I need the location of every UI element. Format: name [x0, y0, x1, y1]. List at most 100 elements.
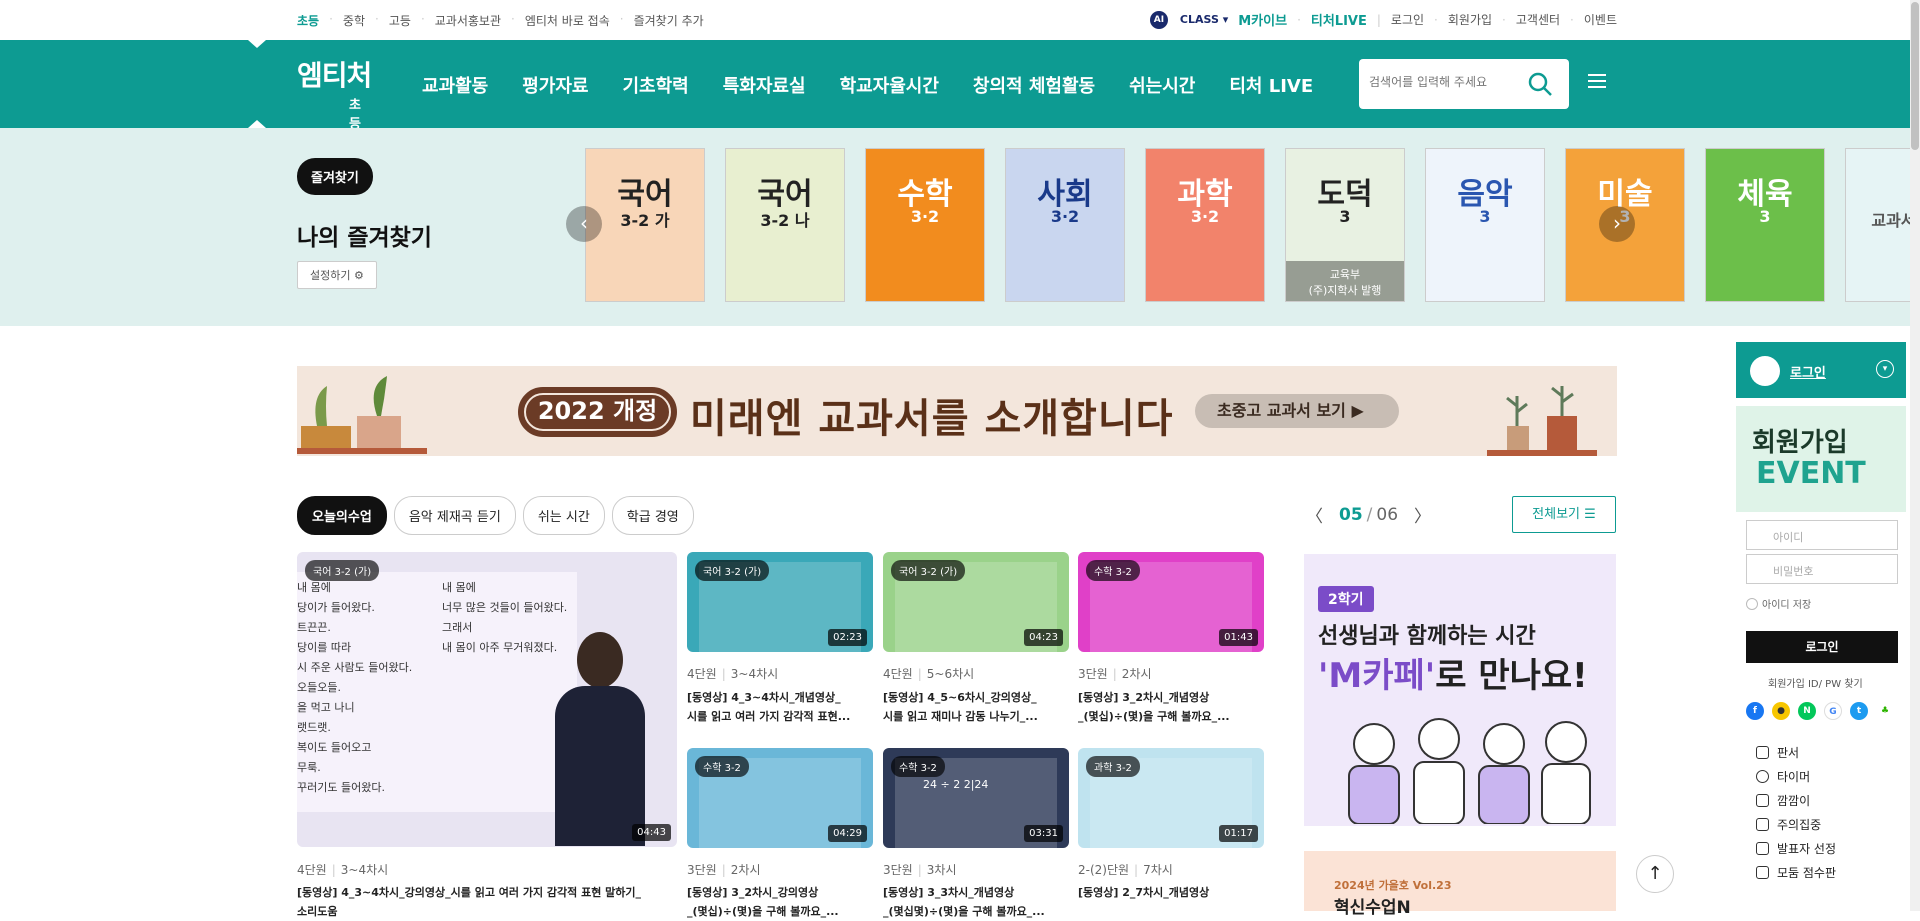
textbook-cover[interactable]: 국어 3-2 가 — [585, 148, 705, 302]
tab-break-time[interactable]: 쉬는 시간 — [522, 496, 605, 535]
video-title[interactable]: [동영상] 4_3~4차시_강의영상_시를 읽고 여러 가지 감각적 표현 말하… — [297, 883, 677, 921]
ai-class-link[interactable]: AI CLASS ▾ — [1140, 10, 1228, 29]
teacher-live-link[interactable]: 티처LIVE — [1311, 10, 1367, 29]
tool-item[interactable]: 타이머 — [1756, 764, 1836, 788]
kakao-icon[interactable]: ● — [1772, 702, 1790, 720]
hamburger-menu-icon[interactable] — [1588, 74, 1606, 88]
banner-textbook-button[interactable]: 초중고 교과서 보기 ▶ — [1195, 394, 1399, 428]
link-add-bookmark[interactable]: 즐겨찾기 추가 — [634, 12, 704, 29]
pager-prev-icon[interactable]: 〈 — [1306, 502, 1323, 527]
menu-item[interactable]: 티처 LIVE — [1229, 72, 1313, 98]
video-title[interactable]: [동영상] 4_3~4차시_개념영상_ 시를 읽고 여러 가지 감각적 표현... — [687, 688, 873, 726]
subject-label: 수학 3-2 — [1086, 560, 1140, 581]
video-title[interactable]: [동영상] 3_2차시_개념영상 _(몇십)÷(몇)을 구해 볼까요_... — [1078, 688, 1264, 726]
textbook-cover[interactable]: 과학 3·2 — [1145, 148, 1265, 302]
carousel-prev-arrow-icon[interactable]: ‹ — [566, 206, 602, 242]
menu-item[interactable]: 평가자료 — [522, 72, 588, 98]
id-field[interactable]: 아이디 — [1746, 520, 1898, 550]
view-all-button[interactable]: 전체보기 ☰ — [1512, 496, 1616, 533]
support-link[interactable]: 고객센터 — [1516, 11, 1560, 28]
textbook-cover[interactable]: 사회 3·2 — [1005, 148, 1125, 302]
top-right-links: AI CLASS ▾ M카이브 · 티처LIVE | 로그인 · 회원가입 · 고객센… — [1130, 10, 1617, 29]
login-link[interactable]: 로그인 — [1391, 11, 1424, 28]
favorites-settings-button[interactable]: 설정하기 ⚙ — [297, 261, 377, 289]
band-icon[interactable]: ♣ — [1876, 702, 1894, 720]
menu-item[interactable]: 학교자율시간 — [840, 72, 939, 98]
tool-item[interactable]: 주의집중 — [1756, 812, 1836, 836]
menu-item[interactable]: 특화자료실 — [723, 72, 806, 98]
video-meta: 3단원 | 2차시 — [687, 863, 761, 877]
twitter-icon[interactable]: t — [1850, 702, 1868, 720]
textbook-promo-banner[interactable]: 2022 개정 미래엔 교과서를 소개합니다 초중고 교과서 보기 ▶ — [297, 366, 1617, 456]
tab-music-songs[interactable]: 음악 제재곡 듣기 — [393, 496, 516, 535]
video-title[interactable]: [동영상] 3_3차시_개념영상 _(몇십몇)÷(몇)을 구해 볼까요_... — [883, 883, 1069, 921]
naver-icon[interactable]: N — [1798, 702, 1816, 720]
signup-link[interactable]: 회원가입 — [1448, 11, 1492, 28]
video-thumbnail[interactable]: 수학 3-2 04:29 — [687, 748, 873, 848]
textbook-cover[interactable]: 도덕 3 교육부 (주)지학사 발행 — [1285, 148, 1405, 302]
video-thumbnail[interactable]: 국어 3-2 (가) 02:23 — [687, 552, 873, 652]
video-thumbnail[interactable]: 내 몸에 당이가 들어왔다. 트끈끈. 당이를 따라 시 주운 사람도 들어왔다. 오들오… — [297, 552, 677, 847]
video-thumbnail[interactable]: 과학 3-2 01:17 — [1078, 748, 1264, 848]
search-box — [1359, 59, 1569, 109]
textbook-cover[interactable]: 교과서 E- — [1845, 148, 1920, 302]
lock-icon — [1756, 841, 1769, 855]
save-id-checkbox[interactable]: 아이디 저장 — [1746, 596, 1811, 611]
signup-event-banner[interactable]: 회원가입 EVENT — [1736, 406, 1906, 512]
duration-badge: 01:43 — [1219, 629, 1258, 646]
side-login-link[interactable]: 로그인 — [1790, 362, 1826, 381]
search-icon[interactable] — [1527, 71, 1553, 97]
video-meta: 3단원 | 3차시 — [883, 863, 957, 877]
google-icon[interactable]: G — [1824, 702, 1842, 720]
menu-item[interactable]: 교과활동 — [422, 72, 488, 98]
side-login-button[interactable]: 로그인 — [1746, 631, 1898, 663]
video-title[interactable]: [동영상] 4_5~6차시_강의영상_ 시를 읽고 재미나 감동 나누기_... — [883, 688, 1069, 726]
tool-item[interactable]: 깜깜이 — [1756, 788, 1836, 812]
textbook-cover[interactable]: 수학 3·2 — [865, 148, 985, 302]
banner-headline: 미래엔 교과서를 소개합니다 — [690, 396, 1174, 442]
link-textbook-promo[interactable]: 교과서홍보관 — [435, 12, 501, 29]
video-meta: 3단원 | 2차시 — [1078, 667, 1152, 681]
clipboard-icon — [1756, 793, 1769, 807]
link-middle[interactable]: 중학 — [343, 12, 365, 29]
menu-item[interactable]: 쉬는시간 — [1129, 72, 1195, 98]
video-title[interactable]: [동영상] 3_2차시_강의영상 _(몇십)÷(몇)을 구해 볼까요_... — [687, 883, 873, 921]
password-field[interactable]: 비밀번호 — [1746, 554, 1898, 584]
facebook-icon[interactable]: f — [1746, 702, 1764, 720]
video-thumbnail[interactable]: 수학 3-2 01:43 — [1078, 552, 1264, 652]
link-direct-access[interactable]: 엠티처 바로 접속 — [525, 12, 610, 29]
page-scrollbar[interactable] — [1910, 0, 1920, 911]
math-expression: 24 ÷ 2 2|24 — [923, 778, 989, 791]
site-logo[interactable]: 엠티처 초등 — [297, 54, 372, 132]
unit-label: 3단원 — [1078, 667, 1108, 681]
pager-next-icon[interactable]: 〉 — [1414, 502, 1431, 527]
tool-item[interactable]: 발표자 선정 — [1756, 836, 1836, 860]
link-high[interactable]: 고등 — [389, 12, 411, 29]
menu-item[interactable]: 창의적 체험활동 — [973, 72, 1095, 98]
tool-item[interactable]: 판서 — [1756, 740, 1836, 764]
carousel-next-arrow-icon[interactable]: › — [1599, 206, 1635, 242]
plant-decoration-icon — [297, 376, 427, 454]
tool-item[interactable]: 모둠 점수판 — [1756, 860, 1836, 884]
tab-today-class[interactable]: 오늘의수업 — [297, 496, 387, 535]
chevron-down-icon[interactable]: ▾ — [1876, 360, 1894, 378]
textbook-cover[interactable]: 음악 3 — [1425, 148, 1545, 302]
video-thumbnail[interactable]: 국어 3-2 (가) 04:23 — [883, 552, 1069, 652]
menu-item[interactable]: 기초학력 — [623, 72, 689, 98]
event-link[interactable]: 이벤트 — [1584, 11, 1617, 28]
mcafe-promo-banner[interactable]: 2학기 선생님과 함께하는 시간 'M카페'로 만나요! — [1304, 554, 1616, 826]
textbook-cover[interactable]: 국어 3-2 나 — [725, 148, 845, 302]
mcafe-link[interactable]: M카이브 — [1238, 10, 1287, 29]
favorites-section: 즐겨찾기 나의 즐겨찾기 설정하기 ⚙ 국어 3-2 가 국어 3-2 나 수학 3·2 사… — [0, 128, 1920, 326]
video-title[interactable]: [동영상] 2_7차시_개념영상 — [1078, 883, 1264, 902]
textbook-cover[interactable]: 체육 3 — [1705, 148, 1825, 302]
scroll-to-top-icon[interactable]: ↑ — [1636, 855, 1674, 893]
duration-badge: 03:31 — [1024, 825, 1063, 842]
search-input[interactable] — [1369, 75, 1519, 89]
link-elementary[interactable]: 초등 — [297, 12, 319, 29]
video-thumbnail[interactable]: 24 ÷ 2 2|24 수학 3-2 03:31 — [883, 748, 1069, 848]
magazine-promo-banner[interactable]: 2024년 가을호 Vol.23 혁신수업N — [1304, 851, 1616, 918]
scrollbar-thumb[interactable] — [1911, 2, 1919, 150]
side-account-links[interactable]: 회원가입 ID/ PW 찾기 — [1768, 675, 1863, 690]
tab-class-management[interactable]: 학급 경영 — [611, 496, 694, 535]
